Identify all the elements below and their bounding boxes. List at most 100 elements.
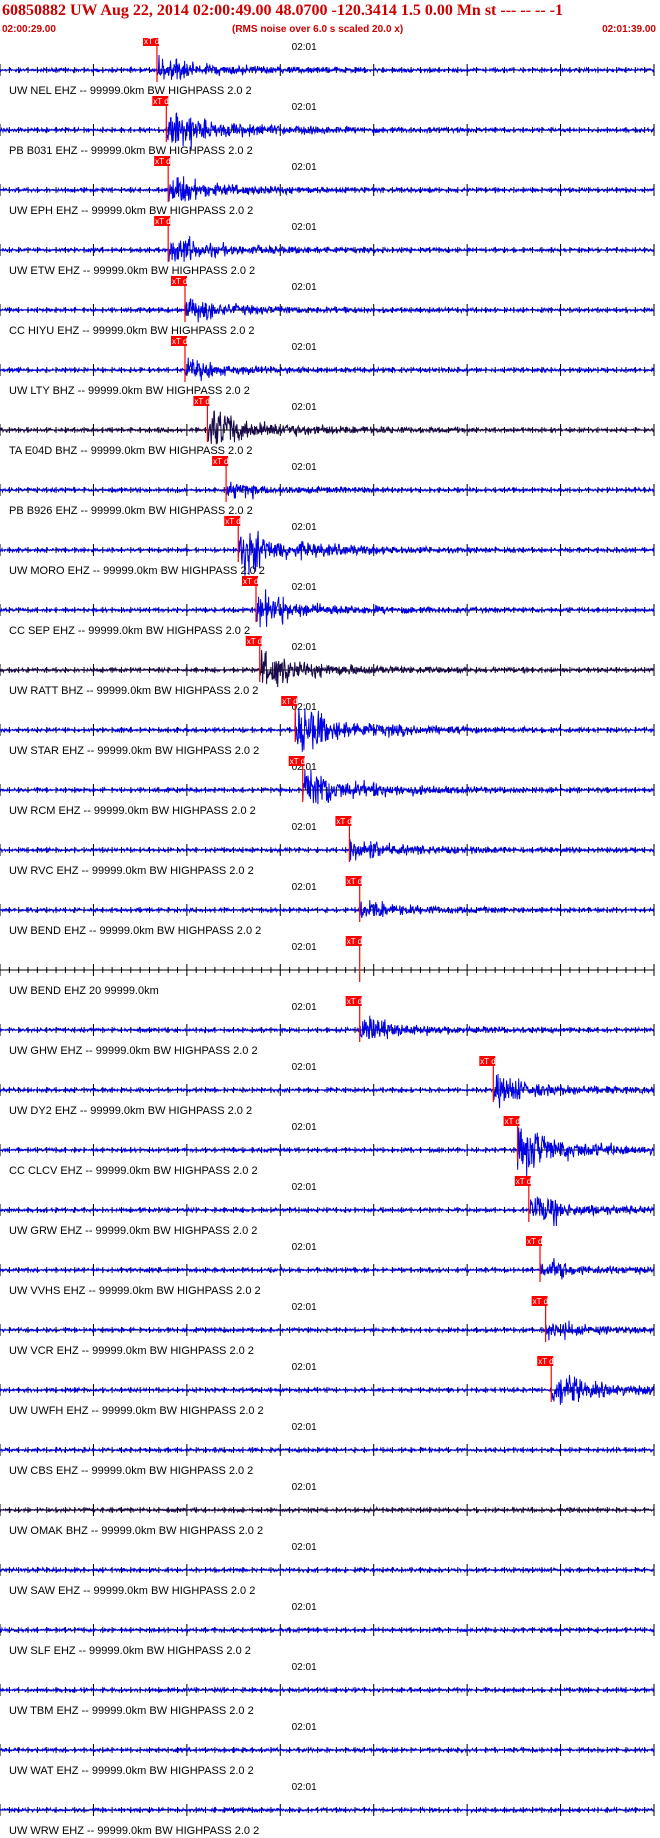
minute-mark-label: 02:01 bbox=[292, 42, 317, 53]
trace-row: 02:01 xT d CC SEP EHZ -- 99999.0km BW HIGH… bbox=[0, 576, 655, 637]
pick-label: xT d bbox=[347, 997, 362, 1006]
trace-row: 02:01 UW SAW EHZ -- 99999.0km BW HIGHPASS… bbox=[0, 1542, 655, 1597]
minute-mark-label: 02:01 bbox=[292, 1062, 317, 1073]
pick-label: xT d bbox=[153, 97, 168, 106]
trace-row: 02:01 xT d UW VVHS EHZ -- 99999.0km BW HIG… bbox=[0, 1236, 655, 1297]
pick-label: xT d bbox=[243, 577, 258, 586]
trace-row: 02:01 UW WRW EHZ -- 99999.0km BW HIGHPASS… bbox=[0, 1782, 655, 1837]
station-label: PB B926 EHZ -- 99999.0km BW HIGHPASS 2.0… bbox=[9, 505, 253, 517]
minute-mark-label: 02:01 bbox=[292, 1662, 317, 1673]
end-time-label: 02:01:39.00 bbox=[602, 24, 656, 35]
station-label: UW TBM EHZ -- 99999.0km BW HIGHPASS 2.0 … bbox=[9, 1705, 254, 1717]
waveform bbox=[0, 481, 655, 500]
trace-row: 02:01 UW SLF EHZ -- 99999.0km BW HIGHPASS… bbox=[0, 1602, 655, 1657]
minute-mark-label: 02:01 bbox=[292, 1482, 317, 1493]
station-label: CC HIYU EHZ -- 99999.0km BW HIGHPASS 2.0… bbox=[9, 325, 255, 337]
pick-label: xT d bbox=[225, 517, 240, 526]
waveform bbox=[0, 589, 655, 628]
minute-mark-label: 02:01 bbox=[292, 882, 317, 893]
station-label: UW EPH EHZ -- 99999.0km BW HIGHPASS 2.0 … bbox=[9, 205, 253, 217]
station-label: UW UWFH EHZ -- 99999.0km BW HIGHPASS 2.0… bbox=[9, 1405, 264, 1417]
waveform bbox=[0, 235, 655, 262]
minute-mark-label: 02:01 bbox=[292, 582, 317, 593]
station-label: UW WAT EHZ -- 99999.0km BW HIGHPASS 2.0 … bbox=[9, 1765, 254, 1777]
station-label: UW VVHS EHZ -- 99999.0km BW HIGHPASS 2.0… bbox=[9, 1285, 261, 1297]
pick-label: xT d bbox=[282, 697, 297, 706]
trace-row: 02:01 xT d PB B031 EHZ -- 99999.0km BW HIG… bbox=[0, 96, 655, 157]
minute-mark-label: 02:01 bbox=[292, 1602, 317, 1613]
station-label: UW RATT BHZ -- 99999.0km BW HIGHPASS 2.0… bbox=[9, 685, 258, 697]
noise-note-label: (RMS noise over 6.0 s scaled 20.0 x) bbox=[232, 24, 404, 35]
minute-mark-label: 02:01 bbox=[292, 462, 317, 473]
trace-row: 02:01 UW OMAK BHZ -- 99999.0km BW HIGHPAS… bbox=[0, 1482, 655, 1537]
station-label: UW WRW EHZ -- 99999.0km BW HIGHPASS 2.0 … bbox=[9, 1825, 259, 1837]
minute-mark-label: 02:01 bbox=[292, 822, 317, 833]
trace-row: 02:01 xT d UW BEND EHZ -- 99999.0km BW HIG… bbox=[0, 876, 655, 937]
minute-mark-label: 02:01 bbox=[292, 1782, 317, 1793]
minute-mark-label: 02:01 bbox=[292, 1542, 317, 1553]
trace-row: 02:01 UW WAT EHZ -- 99999.0km BW HIGHPASS… bbox=[0, 1722, 655, 1777]
minute-mark-label: 02:01 bbox=[292, 942, 317, 953]
trace-row: 02:01 xT d UW RATT BHZ -- 99999.0km BW HIG… bbox=[0, 636, 655, 697]
event-title: 60850882 UW Aug 22, 2014 02:00:49.00 48.… bbox=[2, 2, 563, 19]
station-label: UW ETW EHZ -- 99999.0km BW HIGHPASS 2.0 … bbox=[9, 265, 255, 277]
seismogram-panel: 02:01xT dUW NEL EHZ -- 99999.0km BW HIGH… bbox=[0, 38, 655, 1837]
pick-label: xT d bbox=[213, 457, 228, 466]
station-label: UW BEND EHZ 20 99999.0km bbox=[9, 985, 159, 997]
start-time-label: 02:00:29.00 bbox=[2, 24, 56, 35]
station-label: UW STAR EHZ -- 99999.0km BW HIGHPASS 2.0… bbox=[9, 745, 259, 757]
waveform bbox=[0, 769, 655, 805]
trace-row: 02:01 UW TBM EHZ -- 99999.0km BW HIGHPASS… bbox=[0, 1662, 655, 1717]
trace-row: 02:01 xT d UW VCR EHZ -- 99999.0km BW HIGH… bbox=[0, 1296, 655, 1357]
pick-label: xT d bbox=[533, 1297, 548, 1306]
pick-label: xT d bbox=[172, 337, 187, 346]
trace-row: 02:01 xT d PB B926 EHZ -- 99999.0km BW HIG… bbox=[0, 456, 655, 517]
trace-row: 02:01xT dUW RCM EHZ -- 99999.0km BW HIGH… bbox=[0, 756, 655, 817]
pick-label: xT d bbox=[347, 937, 362, 946]
minute-mark-label: 02:01 bbox=[292, 342, 317, 353]
station-label: CC CLCV EHZ -- 99999.0km BW HIGHPASS 2.0… bbox=[9, 1165, 258, 1177]
pick-label: xT d bbox=[172, 277, 187, 286]
trace-row: 02:01 xT d CC CLCV EHZ -- 99999.0km BW HIG… bbox=[0, 1116, 655, 1178]
pick-label: xT d bbox=[527, 1237, 542, 1246]
pick-label: xT d bbox=[336, 817, 351, 826]
station-label: UW GRW EHZ -- 99999.0km BW HIGHPASS 2.0 … bbox=[9, 1225, 257, 1237]
station-label: UW RVC EHZ -- 99999.0km BW HIGHPASS 2.0 … bbox=[9, 865, 254, 877]
waveform bbox=[0, 1073, 655, 1109]
station-label: TA E04D BHZ -- 99999.0km BW HIGHPASS 2.0… bbox=[9, 445, 253, 457]
station-label: UW LTY BHZ -- 99999.0km BW HIGHPASS 2.0 … bbox=[9, 385, 250, 397]
pick-label: xT d bbox=[516, 1177, 531, 1186]
pick-label: xT d bbox=[155, 217, 170, 226]
pick-label: xT d bbox=[347, 877, 362, 886]
trace-row: 02:01 UW CBS EHZ -- 99999.0km BW HIGHPASS… bbox=[0, 1422, 655, 1477]
waveform bbox=[0, 1374, 655, 1405]
minute-mark-label: 02:01 bbox=[292, 1722, 317, 1733]
trace-row: 02:01 xT d CC HIYU EHZ -- 99999.0km BW HIG… bbox=[0, 276, 655, 337]
trace-row: 02:01 xT d UW LTY BHZ -- 99999.0km BW HIGH… bbox=[0, 336, 655, 397]
plot-header: 60850882 UW Aug 22, 2014 02:00:49.00 48.… bbox=[0, 0, 660, 40]
pick-label: xT d bbox=[144, 38, 159, 46]
minute-mark-label: 02:01 bbox=[292, 1122, 317, 1133]
pick-label: xT d bbox=[247, 637, 262, 646]
pick-label: xT d bbox=[194, 397, 209, 406]
trace-row: 02:01 xT d UW GRW EHZ -- 99999.0km BW HIGH… bbox=[0, 1176, 655, 1237]
trace-row: 02:01 xT d UW EPH EHZ -- 99999.0km BW HIGH… bbox=[0, 156, 655, 217]
trace-row: 02:01 xT d UW NEL EHZ -- 99999.0km BW HIGH… bbox=[0, 38, 655, 97]
pick-label: xT d bbox=[538, 1357, 553, 1366]
trace-row: 02:01 xT d UW BEND EHZ 20 99999.0km bbox=[0, 936, 655, 997]
waveform bbox=[0, 176, 655, 202]
trace-row: 02:01 xT d UW ETW EHZ -- 99999.0km BW HIGH… bbox=[0, 216, 655, 277]
trace-row: 02:01 xT d TA E04D BHZ -- 99999.0km BW HIG… bbox=[0, 396, 655, 457]
trace-row: 02:01 xT d UW UWFH EHZ -- 99999.0km BW HIG… bbox=[0, 1356, 655, 1417]
minute-mark-label: 02:01 bbox=[292, 1242, 317, 1253]
minute-mark-label: 02:01 bbox=[292, 102, 317, 113]
pick-label: xT d bbox=[290, 757, 305, 766]
trace-row: 02:01 xT d UW DY2 EHZ -- 99999.0km BW HIGH… bbox=[0, 1056, 655, 1117]
station-label: UW DY2 EHZ -- 99999.0km BW HIGHPASS 2.0 … bbox=[9, 1105, 252, 1117]
pick-label: xT d bbox=[505, 1117, 520, 1126]
station-label: UW GHW EHZ -- 99999.0km BW HIGHPASS 2.0 … bbox=[9, 1045, 258, 1057]
station-label: UW SAW EHZ -- 99999.0km BW HIGHPASS 2.0 … bbox=[9, 1585, 255, 1597]
station-label: UW SLF EHZ -- 99999.0km BW HIGHPASS 2.0 … bbox=[9, 1645, 251, 1657]
minute-mark-label: 02:01 bbox=[292, 1302, 317, 1313]
station-label: UW OMAK BHZ -- 99999.0km BW HIGHPASS 2.0… bbox=[9, 1525, 263, 1537]
